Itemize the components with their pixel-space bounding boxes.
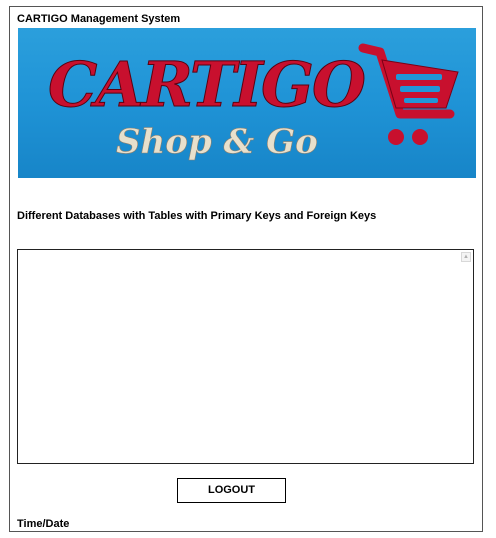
time-date-label: Time/Date: [17, 518, 70, 530]
window-title: CARTIGO Management System: [17, 13, 181, 25]
output-text-area[interactable]: [18, 250, 473, 463]
logout-button[interactable]: LOGOUT: [177, 478, 286, 503]
cartigo-banner: CARTIGO Shop & Go: [18, 28, 476, 178]
scroll-up-icon[interactable]: ▲: [461, 252, 471, 262]
banner-brand-text: CARTIGO: [48, 48, 366, 121]
banner-tagline-text: Shop & Go: [116, 122, 318, 162]
main-window: CARTIGO Management System CARTIGO Shop &…: [9, 6, 483, 532]
shopping-cart-icon: [358, 43, 459, 145]
page-subtitle: Different Databases with Tables with Pri…: [17, 210, 377, 222]
output-text-area-container: ▲: [17, 249, 474, 464]
